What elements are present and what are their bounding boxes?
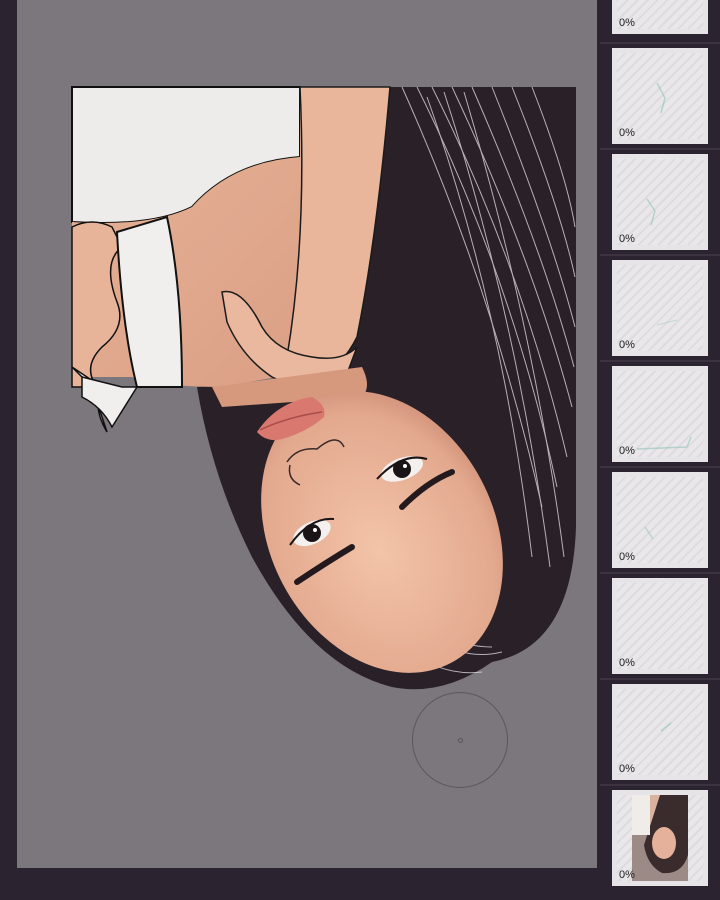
layer-divider	[600, 572, 720, 574]
brush-size-circle	[412, 692, 508, 788]
layer-item[interactable]: 0%	[612, 154, 708, 250]
layer-item[interactable]: 0%	[612, 684, 708, 780]
layer-divider	[600, 678, 720, 680]
layer-opacity-label: 0%	[619, 445, 635, 457]
layer-divider	[600, 148, 720, 150]
layer-opacity-label: 0%	[619, 657, 635, 669]
bottom-bar	[0, 868, 600, 900]
layer-item[interactable]: 0%	[612, 48, 708, 144]
layer-item-photo[interactable]: 0%	[612, 790, 708, 886]
layer-item[interactable]: 0%	[612, 0, 708, 34]
artwork-illustration	[71, 86, 576, 690]
layer-opacity-label: 0%	[619, 127, 635, 139]
layers-panel: 0% 0% 0% 0% 0% 0% 0% 0% 0%	[600, 0, 720, 900]
layer-divider	[600, 466, 720, 468]
layer-divider	[600, 254, 720, 256]
layer-opacity-label: 0%	[619, 869, 635, 881]
layer-divider	[600, 42, 720, 44]
layer-divider	[600, 360, 720, 362]
drawing-canvas[interactable]	[17, 0, 597, 868]
brush-center-dot	[458, 738, 463, 743]
layer-item[interactable]: 0%	[612, 472, 708, 568]
layer-opacity-label: 0%	[619, 339, 635, 351]
layer-opacity-label: 0%	[619, 17, 635, 29]
layer-item[interactable]: 0%	[612, 366, 708, 462]
layer-divider	[600, 784, 720, 786]
layer-item[interactable]: 0%	[612, 578, 708, 674]
layer-opacity-label: 0%	[619, 551, 635, 563]
layer-opacity-label: 0%	[619, 763, 635, 775]
left-toolbar-edge	[0, 0, 17, 900]
layer-opacity-label: 0%	[619, 233, 635, 245]
layer-item[interactable]: 0%	[612, 260, 708, 356]
photo-reference-thumbnail	[632, 795, 688, 881]
